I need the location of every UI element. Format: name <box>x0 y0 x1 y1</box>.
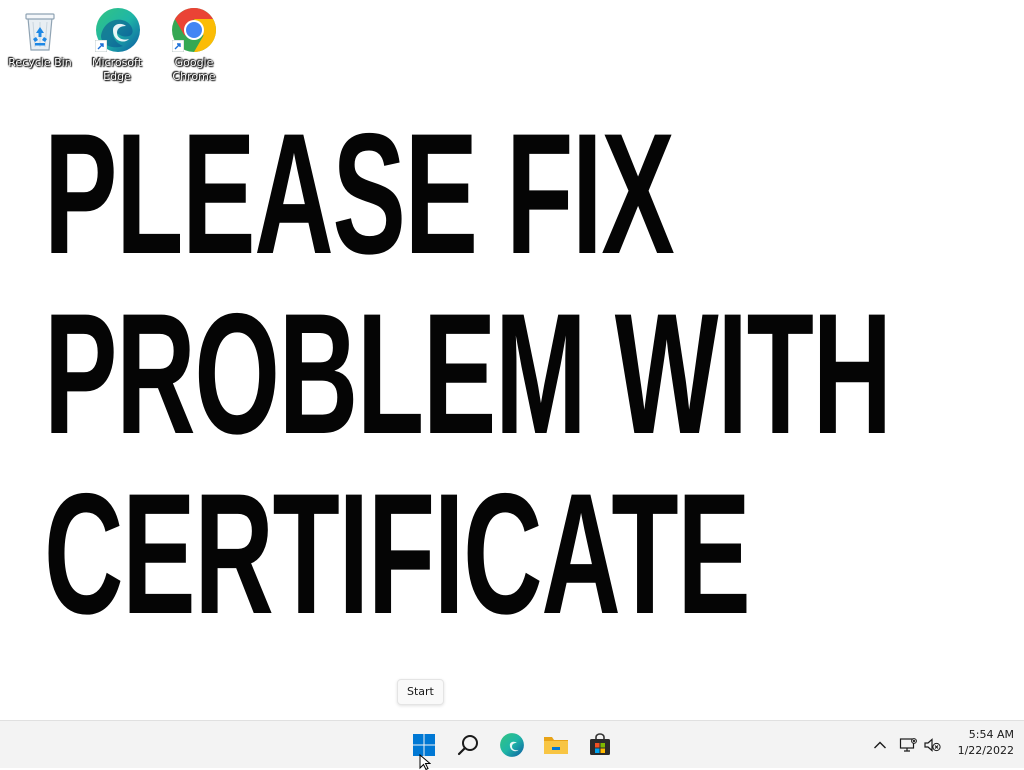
clock-date: 1/22/2022 <box>957 744 1014 757</box>
recycle-bin-shortcut[interactable]: Recycle Bin <box>4 6 76 70</box>
edge-icon <box>500 733 524 757</box>
show-hidden-icons-button[interactable] <box>868 733 892 757</box>
file-explorer-button[interactable] <box>536 725 576 765</box>
volume-button[interactable] <box>920 733 944 757</box>
wallpaper-line: CERTIFICATE <box>44 458 751 650</box>
recycle-bin-icon <box>16 6 64 54</box>
wallpaper-line: PLEASE FIX <box>44 98 675 290</box>
store-icon <box>590 733 610 755</box>
recycle-bin-label: Recycle Bin <box>8 56 72 69</box>
start-tooltip: Start <box>397 679 444 705</box>
taskbar: 5:54 AM 1/22/2022 <box>0 720 1024 768</box>
microsoft-edge-shortcut[interactable]: Microsoft Edge <box>81 6 153 84</box>
shortcut-arrow-icon <box>95 40 107 52</box>
chevron-up-icon <box>874 741 886 749</box>
clock-time: 5:54 AM <box>968 728 1014 741</box>
microsoft-store-button[interactable] <box>580 725 620 765</box>
network-button[interactable] <box>896 733 920 757</box>
google-chrome-shortcut[interactable]: Google Chrome <box>158 6 230 84</box>
wallpaper-message: PLEASE FIX PROBLEM WITH CERTIFICATE <box>44 98 892 650</box>
search-icon <box>457 735 478 756</box>
chrome-icon <box>170 6 218 54</box>
volume-muted-icon <box>924 738 941 752</box>
microsoft-edge-label: Microsoft Edge <box>91 56 143 83</box>
shortcut-arrow-icon <box>172 40 184 52</box>
folder-icon <box>544 737 568 754</box>
search-button[interactable] <box>448 725 488 765</box>
wallpaper-line: PROBLEM WITH <box>44 278 892 470</box>
clock[interactable]: 5:54 AM 1/22/2022 <box>942 727 1014 763</box>
network-icon <box>899 738 917 752</box>
edge-icon <box>93 6 141 54</box>
edge-taskbar-button[interactable] <box>492 725 532 765</box>
desktop[interactable]: Recycle Bin Microsoft Edge Google Chrome… <box>0 0 1024 720</box>
google-chrome-label: Google Chrome <box>172 56 216 83</box>
